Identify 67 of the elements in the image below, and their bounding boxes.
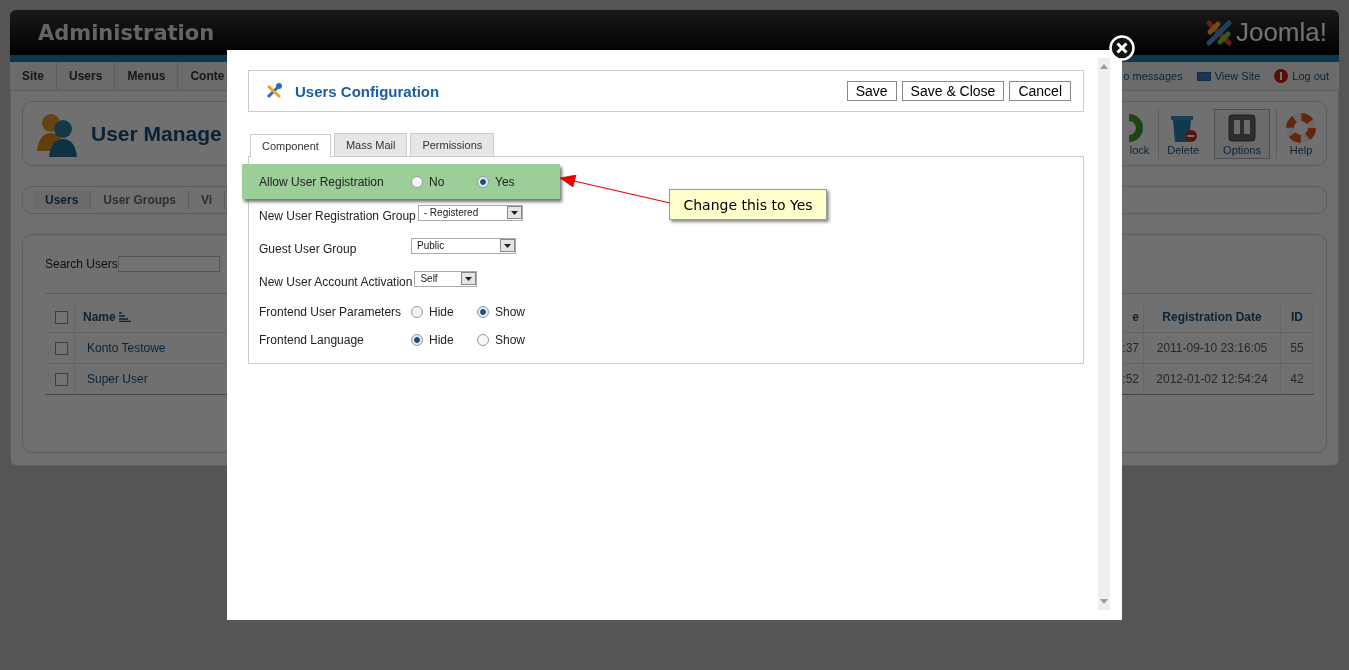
scrollbar[interactable]: [1098, 58, 1110, 610]
table-cell: 2011-09-10 23:16:05: [1144, 333, 1281, 363]
radio-button[interactable]: [477, 306, 489, 318]
dialog-button[interactable]: Save: [846, 81, 897, 101]
radio-button[interactable]: [411, 306, 423, 318]
submenu-tab[interactable]: Vi: [189, 191, 226, 209]
toolbar-button[interactable]: Options: [1214, 108, 1270, 159]
row-checkbox[interactable]: [55, 372, 68, 386]
menu-item[interactable]: Users: [57, 62, 116, 90]
option-label: Show: [495, 333, 526, 347]
option-label: Hide: [429, 333, 454, 347]
field-label: Guest User Group: [259, 241, 358, 256]
table-cell: 55: [1281, 333, 1314, 363]
option-label: Yes: [495, 174, 515, 189]
alert-icon: [1274, 69, 1289, 83]
menu-item[interactable]: Site: [10, 62, 57, 90]
logo-text: Joomla!: [1235, 17, 1327, 48]
radio-button[interactable]: [411, 334, 423, 346]
lifebuoy-icon: [1285, 111, 1317, 144]
field-label: New User Registration Group: [259, 208, 416, 223]
submenu-tab[interactable]: Users: [33, 191, 92, 209]
tab[interactable]: Permissions: [410, 133, 495, 156]
toolbar-button[interactable]: Delete: [1158, 108, 1209, 159]
radio-button[interactable]: [477, 334, 489, 346]
column-header[interactable]: Registration Date: [1144, 302, 1281, 332]
site-title: Administration: [38, 20, 215, 45]
status-link[interactable]: View Site: [1196, 69, 1261, 83]
page-title: User Manage: [91, 121, 222, 146]
column-header[interactable]: Name: [83, 310, 116, 324]
select-all-checkbox[interactable]: [55, 310, 68, 324]
status-link[interactable]: o messages: [1123, 69, 1183, 83]
radio-button[interactable]: [477, 175, 489, 188]
option-label: Hide: [429, 305, 454, 319]
dropdown[interactable]: - Registered: [417, 204, 523, 221]
menu-item[interactable]: Menus: [115, 62, 179, 90]
dropdown[interactable]: Public: [411, 237, 516, 254]
tab[interactable]: Mass Mail: [333, 133, 408, 156]
tab[interactable]: Component: [250, 134, 331, 157]
sort-icon: [118, 312, 131, 322]
dialog-button[interactable]: Save & Close: [901, 81, 1005, 101]
field-label: New User Account Activation: [259, 274, 413, 289]
switch-icon: [1227, 111, 1258, 144]
table-cell: 2012-01-02 12:54:24: [1144, 364, 1281, 394]
field-label: Frontend User Parameters: [259, 305, 403, 319]
toolbar-button[interactable]: lock: [1118, 108, 1159, 159]
toolbar-button[interactable]: Help: [1276, 108, 1326, 159]
search-field[interactable]: [117, 256, 220, 272]
close-icon[interactable]: [1109, 35, 1135, 61]
tools-icon: [265, 82, 283, 100]
field-label: Frontend Language: [259, 333, 365, 347]
option-label: No: [429, 174, 445, 189]
scroll-down-icon[interactable]: [1100, 599, 1108, 604]
option-label: Show: [495, 305, 526, 319]
row-checkbox[interactable]: [55, 341, 68, 355]
field-label: Allow User Registration: [259, 174, 385, 189]
dropdown[interactable]: Self: [414, 270, 478, 287]
radio-button[interactable]: [411, 175, 423, 188]
dialog-title: Users Configuration: [295, 82, 440, 100]
search-label: Search Users: [45, 257, 118, 271]
submenu-tab[interactable]: User Groups: [91, 191, 190, 209]
monitor-icon: [1196, 71, 1211, 81]
status-link[interactable]: Log out: [1274, 69, 1329, 83]
dialog-button[interactable]: Cancel: [1009, 81, 1071, 101]
column-header[interactable]: ID: [1281, 302, 1314, 332]
callout-note: Change this to Yes: [669, 189, 827, 220]
scroll-up-icon[interactable]: [1100, 64, 1108, 69]
table-cell: 42: [1281, 364, 1314, 394]
